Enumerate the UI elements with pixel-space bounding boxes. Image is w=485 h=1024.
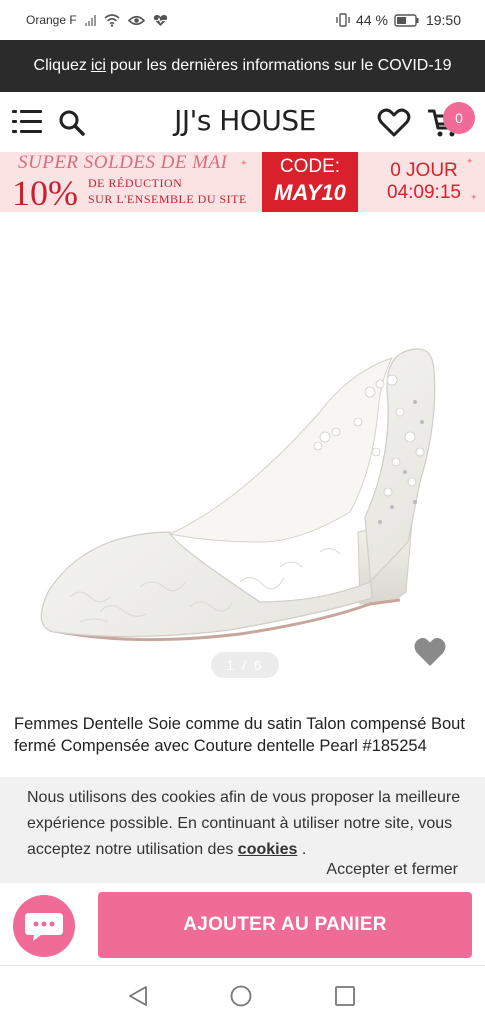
- promo-percent: 10%: [12, 173, 78, 212]
- cookie-policy-link[interactable]: cookies: [238, 841, 298, 858]
- cookie-notice: Nous utilisons des cookies afin de vous …: [0, 777, 485, 883]
- cookie-period: .: [301, 841, 307, 858]
- menu-icon[interactable]: [12, 109, 42, 135]
- covid-suffix: pour les dernières informations sur le C…: [109, 57, 452, 74]
- promo-line2: SUR L'ENSEMBLE DU SITE: [88, 192, 247, 206]
- countdown-days: 0 JOUR: [390, 160, 458, 181]
- wifi-icon: [104, 13, 120, 27]
- image-pager: 1 / 6: [211, 652, 279, 678]
- chat-button[interactable]: [13, 895, 75, 957]
- site-logo[interactable]: JJ's HOUSE: [170, 104, 320, 137]
- system-nav-bar: [0, 965, 485, 1024]
- promo-title: SUPER SOLDES DE MAI: [18, 152, 228, 173]
- carrier-label: Orange F: [26, 13, 77, 27]
- covid-banner[interactable]: Cliquez ici pour les dernières informati…: [0, 40, 485, 92]
- status-left: Orange F: [26, 13, 168, 27]
- back-icon[interactable]: [126, 984, 150, 1008]
- promo-line1: DE RÉDUCTION: [88, 176, 183, 190]
- sparkle-icon: ✦: [240, 158, 248, 168]
- status-bar: Orange F 44 % 19:50: [0, 0, 485, 40]
- battery-percent: 44 %: [356, 12, 388, 28]
- code-label: CODE:: [279, 156, 341, 177]
- add-to-cart-button[interactable]: AJOUTER AU PANIER: [98, 892, 472, 958]
- wishlist-heart-icon[interactable]: [413, 636, 447, 668]
- promo-code-box: CODE: MAY10: [262, 152, 358, 212]
- eye-icon: [127, 15, 145, 25]
- home-icon[interactable]: [229, 984, 253, 1008]
- cart-count-badge[interactable]: 0: [443, 102, 475, 134]
- vibrate-icon: [336, 13, 350, 27]
- chat-icon: [25, 913, 63, 941]
- signal-icon: [84, 14, 96, 26]
- search-icon[interactable]: [58, 109, 86, 137]
- product-image[interactable]: 1 / 6: [0, 212, 485, 692]
- code-value: MAY10: [274, 180, 346, 205]
- bottom-action-bar: AJOUTER AU PANIER: [0, 883, 485, 965]
- countdown-time: 04:09:15: [387, 182, 461, 203]
- clock: 19:50: [425, 12, 461, 28]
- promo-banner[interactable]: SUPER SOLDES DE MAI 10% DE RÉDUCTION SUR…: [0, 152, 485, 212]
- status-right: 44 % 19:50: [336, 12, 461, 28]
- cookie-accept-button[interactable]: Accepter et fermer: [326, 861, 458, 879]
- covid-prefix: Cliquez: [33, 57, 87, 74]
- covid-link[interactable]: ici: [91, 57, 106, 75]
- heart-pulse-icon: [153, 14, 167, 26]
- cookie-text-block: Nous utilisons des cookies afin de vous …: [27, 785, 467, 863]
- recent-apps-icon[interactable]: [333, 984, 357, 1008]
- product-title: Femmes Dentelle Soie comme du satin Talo…: [14, 715, 465, 755]
- sparkle-icon: ✦: [470, 192, 478, 202]
- battery-icon: [394, 13, 419, 27]
- site-header: JJ's HOUSE 0: [0, 92, 485, 152]
- shoe-photo: [40, 348, 436, 642]
- heart-icon[interactable]: [377, 108, 411, 138]
- sparkle-icon: ✦: [466, 156, 474, 166]
